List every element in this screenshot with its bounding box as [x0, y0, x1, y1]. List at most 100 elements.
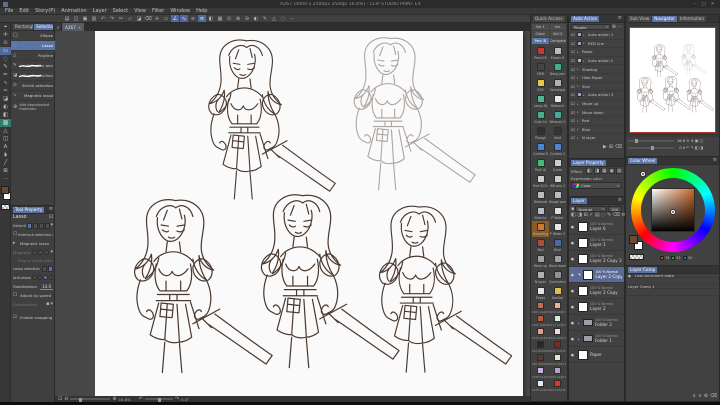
auto-action-item[interactable]: ☑ ▸ Auto action 2: [569, 57, 624, 66]
tool-property-tab[interactable]: Tool Property: [13, 206, 45, 213]
quick-access-tool[interactable]: Beng pen: [549, 61, 566, 77]
auto-action-item[interactable]: ☑ ▸ Shading: [569, 65, 624, 74]
snap-grid[interactable]: ≡: [198, 15, 206, 22]
quick-access-tool[interactable]: P Water 2: [549, 221, 566, 237]
quick-access-tool[interactable]: Red: [532, 237, 549, 253]
action-checkbox[interactable]: ☑: [571, 41, 576, 46]
auto-action-item[interactable]: ☑ ▸ Red: [569, 117, 624, 126]
pen-tool[interactable]: ✎: [0, 63, 11, 71]
magnet-option-3[interactable]: [44, 250, 50, 255]
zoom-in-icon[interactable]: ⊕: [112, 396, 116, 402]
expand-icon[interactable]: ▸: [577, 50, 581, 54]
color-wheel-tab[interactable]: Color Wheel: [628, 157, 658, 164]
quick-access-tool[interactable]: Plough: [532, 125, 549, 141]
select[interactable]: ▭: [162, 15, 170, 22]
snap-ruler[interactable]: ∠: [171, 15, 179, 22]
quick-access-swatch[interactable]: R232 G180 B158: [549, 301, 566, 314]
chevron-down-icon[interactable]: ▾: [50, 302, 53, 307]
comp-down-icon[interactable]: ∨: [698, 394, 702, 399]
pin-icon[interactable]: ⊡: [49, 215, 53, 220]
quick-access-swatch[interactable]: R122 G46 B32: [549, 340, 566, 353]
action-checkbox[interactable]: ☑: [571, 67, 576, 72]
layer-row[interactable]: ● ▸ 100 % Normal Layer 2 Copy: [569, 283, 624, 299]
nav-100-icon[interactable]: ◫: [700, 138, 704, 143]
move-tool[interactable]: ✛: [0, 31, 11, 39]
quick-access-tool[interactable]: W8 pen 2: [549, 173, 566, 189]
nav-flip-h-icon[interactable]: ◧: [695, 145, 699, 150]
magnetic-toggle[interactable]: ▸: [13, 241, 19, 246]
quick-access-tool[interactable]: Cymbal 2: [549, 141, 566, 157]
brush-tool[interactable]: ∿: [0, 79, 11, 87]
zoom[interactable]: ⊙: [225, 15, 233, 22]
figure-tool[interactable]: △: [0, 127, 11, 135]
quick-access-swatch[interactable]: R224 G52 B36: [549, 379, 566, 392]
action-checkbox[interactable]: ☑: [571, 75, 576, 80]
auto-action-item[interactable]: ☑ ▸ Hide Paper: [569, 74, 624, 83]
blend-tool[interactable]: ◐: [0, 103, 11, 111]
layer-row[interactable]: ● ▸ 100 % Normal Layer 6: [569, 219, 624, 235]
navigator-tab[interactable]: Information: [677, 15, 706, 22]
quick-access-tool[interactable]: P Water: [549, 205, 566, 221]
zoom-tool[interactable]: ⊙: [0, 39, 11, 47]
open-file[interactable]: ◫: [72, 15, 80, 22]
layer-row[interactable]: ● ▸ 100 % Normal Folder 1: [569, 331, 624, 347]
layer-color-icon[interactable]: ◉: [608, 168, 615, 174]
gradient-tool[interactable]: ▨: [0, 119, 11, 127]
nav-flip-v-icon[interactable]: ◨: [700, 145, 704, 150]
rotate-right-icon[interactable]: ↷: [175, 396, 179, 402]
operation-tool[interactable]: ⌖: [0, 23, 11, 31]
sub-tool-item[interactable]: ∿ Magnetic lasso: [11, 91, 55, 101]
chevron-down-icon[interactable]: ▾: [51, 223, 54, 228]
canvas[interactable]: [95, 31, 523, 396]
export[interactable]: ▥: [90, 15, 98, 22]
layer-row[interactable]: ● ▸ 100 % Normal Folder 2: [569, 315, 624, 331]
quick-access-tool[interactable]: Kneading: [532, 221, 549, 237]
menu-item[interactable]: Edit: [19, 8, 29, 14]
menu-item[interactable]: View: [134, 8, 146, 14]
auto-action-item[interactable]: ☑ ▸ Move up: [569, 100, 624, 109]
sub-tool-item[interactable]: ⊙ Shrink selection: [11, 81, 55, 91]
comp-add-icon[interactable]: ⊕: [704, 394, 708, 399]
auto-action-item[interactable]: ☑ ▸ Auto action 1: [569, 31, 624, 40]
quick-access-tool[interactable]: Move down: [549, 253, 566, 269]
expand-icon[interactable]: ▸: [583, 93, 587, 97]
foreground-color-swatch[interactable]: [629, 235, 638, 244]
nav-rotate-left-icon[interactable]: ↶: [686, 145, 689, 150]
hue-cursor[interactable]: [641, 172, 645, 176]
zoom-slider[interactable]: [70, 397, 111, 402]
tab-close-icon[interactable]: ✕: [78, 25, 81, 30]
layer-visibility-icon[interactable]: ●: [571, 257, 576, 261]
move[interactable]: ✛: [153, 15, 161, 22]
quick-access-swatch[interactable]: R184 G160 B200: [549, 366, 566, 379]
layer-visibility-icon[interactable]: ●: [571, 305, 576, 309]
extract-line-icon[interactable]: ▦: [601, 168, 607, 174]
expand-icon[interactable]: ▸: [577, 136, 581, 140]
status-nav-icon[interactable]: ⊡: [58, 396, 62, 402]
comp-eye-icon[interactable]: ●: [628, 274, 633, 278]
layer-visibility-icon[interactable]: ●: [571, 337, 576, 341]
auto-action-item[interactable]: ☑ ▸ Paper: [569, 48, 624, 57]
quick-access-swatch[interactable]: R232 G154 B144: [532, 327, 549, 340]
action-checkbox[interactable]: ☑: [571, 135, 576, 140]
antialias-none[interactable]: [32, 275, 37, 280]
quick-access-tool[interactable]: Textured: [532, 189, 549, 205]
zoom-out-icon[interactable]: ⊖: [64, 396, 68, 402]
sub-tool-tab[interactable]: Selection: [34, 23, 53, 30]
action-set-select[interactable]: People ▾: [571, 24, 611, 30]
menu-item[interactable]: Animation: [61, 8, 87, 14]
nav-fit-icon[interactable]: ▣: [695, 138, 699, 143]
lasso-mode-2[interactable]: [48, 265, 53, 272]
lasso-tool[interactable]: ◌: [0, 55, 11, 63]
chevron-down-icon[interactable]: ▾: [50, 250, 53, 255]
lock-icon[interactable]: ✓: [589, 213, 593, 218]
panel-menu-icon[interactable]: ≡: [618, 198, 622, 203]
layer-row[interactable]: ● ▸ 100 % Normal Layer 2 Copy 3: [569, 251, 624, 267]
navigator-rotate-slider[interactable]: [628, 146, 674, 150]
expand-icon[interactable]: ▸: [577, 127, 581, 131]
quick-access-tool[interactable]: Blue: [549, 237, 566, 253]
panel-menu-icon[interactable]: ≡: [49, 207, 53, 212]
rotate-slider[interactable]: [144, 397, 173, 402]
layer-visibility-icon[interactable]: ●: [571, 289, 576, 293]
navigator-tab[interactable]: Navigator: [652, 15, 677, 22]
quick-access-swatch[interactable]: R242 G224 B200: [549, 353, 566, 366]
